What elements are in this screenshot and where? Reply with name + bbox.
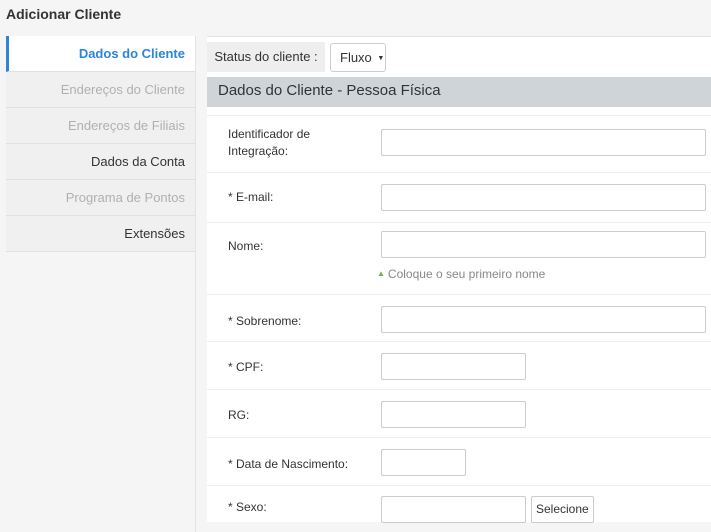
sidebar-item-programa-pontos[interactable]: Programa de Pontos (6, 180, 195, 216)
form-row-email: * E-mail: (207, 172, 711, 222)
page-title: Adicionar Cliente (6, 6, 122, 22)
birth-label: * Data de Nascimento: (228, 457, 349, 471)
email-label: * E-mail: (228, 190, 274, 204)
name-input[interactable] (381, 231, 706, 258)
sex-label: * Sexo: (228, 500, 267, 514)
sidebar-item-enderecos-filiais[interactable]: Endereços de Filiais (6, 108, 195, 144)
sidebar-item-extensoes[interactable]: Extensões (6, 216, 195, 252)
main-panel: Status do cliente : Fluxo ▼ Dados do Cli… (207, 36, 711, 525)
sidebar: Dados do Cliente Endereços do Cliente En… (6, 36, 196, 532)
form-row-integration: Identificador de Integração: (207, 115, 711, 172)
cpf-input[interactable] (381, 353, 526, 380)
triangle-up-icon: ▲ (377, 269, 385, 278)
rg-label: RG: (228, 408, 250, 422)
form-row-sex: * Sexo: Selecione (207, 485, 711, 525)
form-row-name: Nome: ▲ Coloque o seu primeiro nome (207, 222, 711, 294)
sex-input[interactable] (381, 496, 526, 523)
form-row-surname: * Sobrenome: (207, 294, 711, 341)
form-row-cpf: * CPF: (207, 341, 711, 389)
sidebar-item-enderecos-cliente[interactable]: Endereços do Cliente (6, 72, 195, 108)
surname-input[interactable] (381, 306, 706, 333)
section-header: Dados do Cliente - Pessoa Física (207, 77, 711, 107)
sidebar-item-dados-conta[interactable]: Dados da Conta (6, 144, 195, 180)
name-hint-text: Coloque o seu primeiro nome (387, 267, 546, 281)
status-select-value: Fluxo (340, 50, 372, 65)
caret-down-icon: ▼ (377, 55, 385, 62)
name-label: Nome: (228, 239, 264, 253)
name-hint: ▲ Coloque o seu primeiro nome (377, 267, 545, 281)
form-row-birth: * Data de Nascimento: (207, 437, 711, 485)
integration-input[interactable] (381, 129, 706, 156)
form-row-rg: RG: (207, 389, 711, 437)
status-select[interactable]: Fluxo ▼ (330, 43, 386, 72)
sidebar-item-dados-cliente[interactable]: Dados do Cliente (6, 36, 195, 72)
rg-input[interactable] (381, 401, 526, 428)
status-bar: Status do cliente : Fluxo ▼ (207, 42, 711, 72)
surname-label: * Sobrenome: (228, 314, 302, 328)
email-input[interactable] (381, 184, 706, 211)
birth-input[interactable] (381, 449, 466, 476)
select-sex-button[interactable]: Selecione (531, 496, 594, 523)
cpf-label: * CPF: (228, 360, 264, 374)
status-label: Status do cliente : (207, 42, 325, 72)
integration-label: Identificador de Integração: (228, 127, 311, 158)
